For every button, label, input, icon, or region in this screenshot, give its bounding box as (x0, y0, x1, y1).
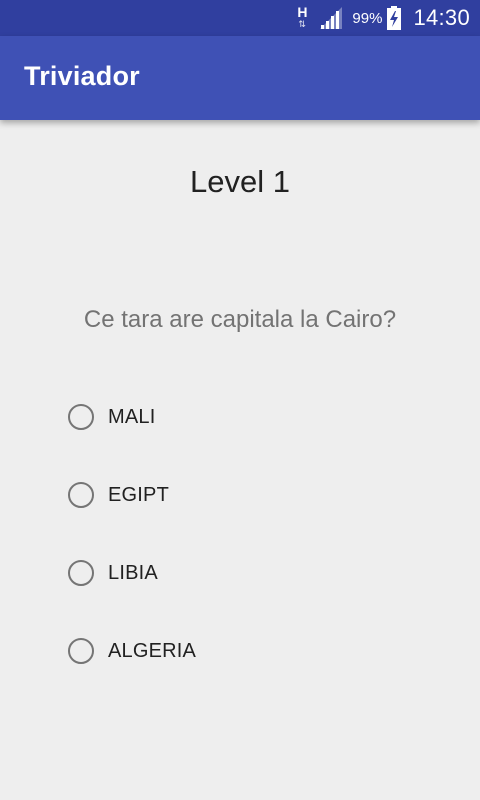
option-libia[interactable]: LIBIA (68, 551, 428, 595)
app-bar: Triviador (0, 36, 480, 120)
option-label: ALGERIA (108, 639, 197, 662)
clock: 14:30 (413, 5, 470, 30)
signal-icon (320, 7, 343, 29)
option-mali[interactable]: MALI (68, 395, 428, 439)
network-type-label: H (297, 4, 308, 20)
battery-charging-icon (387, 6, 402, 30)
option-label: LIBIA (108, 561, 158, 584)
radio-button[interactable] (68, 560, 94, 586)
battery-percent: 99% (352, 9, 383, 27)
level-title: Level 1 (190, 164, 290, 199)
status-icons: H ⇅ 99% 14:30 (296, 0, 470, 36)
app-title: Triviador (24, 61, 140, 91)
radio-button[interactable] (68, 482, 94, 508)
radio-button[interactable] (68, 404, 94, 430)
answer-options: MALI EGIPT LIBIA ALGERIA (68, 395, 428, 707)
option-algeria[interactable]: ALGERIA (68, 629, 428, 673)
option-label: MALI (108, 405, 156, 428)
network-type-indicator: H ⇅ (296, 3, 310, 33)
option-label: EGIPT (108, 483, 170, 506)
question-text: Ce tara are capitala la Cairo? (83, 306, 397, 333)
radio-button[interactable] (68, 638, 94, 664)
status-bar: H ⇅ 99% 14:30 (0, 0, 480, 36)
option-egipt[interactable]: EGIPT (68, 473, 428, 517)
data-activity-icon: ⇅ (298, 19, 305, 29)
